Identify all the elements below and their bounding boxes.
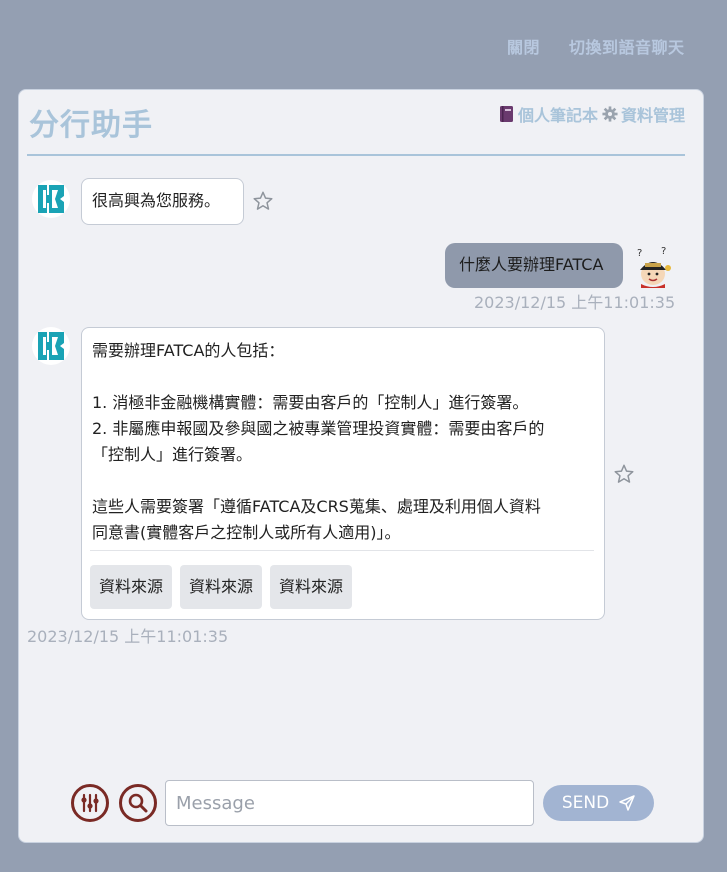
- answer-line: 1. 消極非金融機構實體：需要由客戶的「控制人」進行簽署。: [92, 393, 529, 412]
- notebook-icon: [499, 106, 513, 122]
- close-button[interactable]: 關閉: [507, 34, 540, 58]
- svg-text:?: ?: [637, 248, 642, 259]
- star-icon[interactable]: [252, 190, 274, 212]
- data-management-link[interactable]: 資料管理: [602, 102, 685, 126]
- data-management-label: 資料管理: [620, 106, 685, 125]
- switch-voice-chat-button[interactable]: 切換到語音聊天: [569, 34, 685, 58]
- answer-line: 2. 非屬應申報國及參與國之被專業管理投資實體：需要由客戶的: [92, 419, 545, 438]
- user-message-bubble: 什麼人要辦理FATCA: [445, 243, 623, 288]
- bot-message-text: 很高興為您服務。: [92, 191, 221, 210]
- answer-line: 「控制人」進行簽署。: [92, 445, 253, 464]
- sources-row: 資料來源 資料來源 資料來源: [90, 565, 353, 609]
- bot-answer-bubble: 需要辦理FATCA的人包括： 1. 消極非金融機構實體：需要由客戶的「控制人」進…: [81, 327, 605, 620]
- star-icon[interactable]: [613, 463, 635, 485]
- source-button[interactable]: 資料來源: [180, 565, 263, 609]
- user-message-text: 什麼人要辦理FATCA: [459, 255, 604, 274]
- source-button[interactable]: 資料來源: [270, 565, 353, 609]
- user-avatar: ? ?: [631, 244, 679, 288]
- page-title: 分行助手: [29, 108, 153, 143]
- sources-divider: [90, 550, 594, 551]
- answer-line: 需要辦理FATCA的人包括：: [92, 341, 285, 360]
- gear-icon: [602, 106, 618, 122]
- send-arrow-icon: [619, 795, 635, 811]
- answer-line: 這些人需要簽署「遵循FATCA及CRS蒐集、處理及利用個人資料: [92, 497, 541, 516]
- notebook-label: 個人筆記本: [517, 106, 598, 125]
- bot-answer-text: 需要辦理FATCA的人包括： 1. 消極非金融機構實體：需要由客戶的「控制人」進…: [92, 338, 596, 546]
- answer-blank-line: [92, 364, 596, 390]
- answer-blank-line: [92, 468, 596, 494]
- source-button[interactable]: 資料來源: [90, 565, 173, 609]
- bot-message-bubble: 很高興為您服務。: [81, 178, 244, 225]
- header-links: 個人筆記本 資料管理: [499, 102, 685, 126]
- cartoon-avatar-icon: ? ?: [637, 246, 671, 288]
- search-icon: [128, 793, 148, 813]
- svg-text:?: ?: [661, 246, 666, 257]
- send-button[interactable]: SEND: [543, 785, 654, 821]
- header-divider: [27, 154, 685, 156]
- bot-message-timestamp: 2023/12/15 上午11:01:35: [27, 627, 229, 646]
- message-input[interactable]: [165, 780, 534, 826]
- search-button[interactable]: [119, 784, 157, 822]
- chat-panel: 分行助手 個人筆記本 資料管理 很高興為您服務。 什麼人要辦理FATCA ? ?…: [18, 89, 704, 843]
- answer-line: 同意書(實體客戶之控制人或所有人適用)」。: [92, 523, 401, 542]
- top-bar: 關閉 切換到語音聊天: [0, 0, 727, 88]
- send-label: SEND: [561, 793, 610, 813]
- bank-logo-icon: [38, 332, 64, 360]
- settings-sliders-button[interactable]: [71, 784, 109, 822]
- user-message-timestamp: 2023/12/15 上午11:01:35: [474, 293, 676, 312]
- sliders-icon: [81, 793, 99, 813]
- bank-logo-icon: [38, 185, 64, 213]
- bot-avatar: [32, 180, 70, 218]
- notebook-link[interactable]: 個人筆記本: [499, 102, 598, 126]
- bot-avatar: [32, 327, 70, 365]
